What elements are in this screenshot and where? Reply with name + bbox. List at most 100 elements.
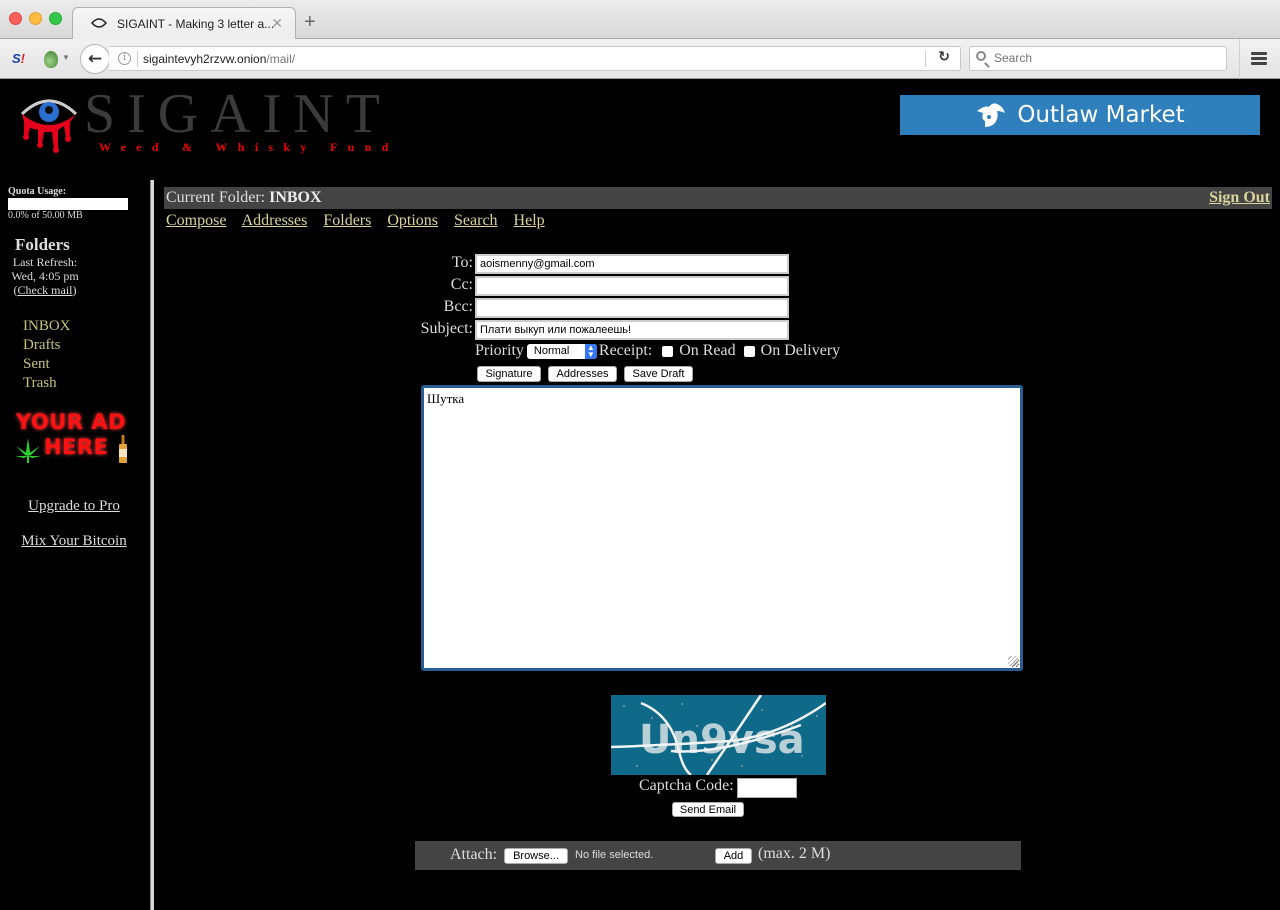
extension-s-icon[interactable]: S!: [12, 51, 30, 67]
attach-label: Attach:: [450, 846, 498, 863]
minimize-window-button[interactable]: [29, 12, 42, 25]
url-path: /mail/: [266, 52, 296, 66]
nav-search[interactable]: Search: [454, 212, 498, 229]
divider: [137, 51, 138, 67]
url-bar[interactable]: i sigaintevyh2rzvw.onion/mail/ ↻: [109, 46, 961, 71]
browser-search-input[interactable]: [994, 51, 1214, 65]
mix-bitcoin-link[interactable]: Mix Your Bitcoin: [0, 533, 148, 550]
priority-value: Normal: [533, 345, 570, 357]
bcc-label: Bcc:: [443, 298, 473, 315]
quota-label: Quota Usage:: [8, 186, 67, 197]
zoom-window-button[interactable]: [49, 12, 62, 25]
cannabis-leaf-icon: [15, 438, 41, 463]
hamburger-menu-icon[interactable]: [1251, 52, 1267, 66]
top-nav: Compose Addresses Folders Options Search…: [166, 212, 557, 230]
cc-input[interactable]: [475, 276, 789, 296]
close-tab-icon[interactable]: ✕: [271, 15, 283, 32]
nav-folders[interactable]: Folders: [323, 212, 371, 229]
receipt-label: Receipt:: [598, 342, 653, 359]
info-icon[interactable]: i: [118, 52, 131, 65]
upgrade-to-pro-link[interactable]: Upgrade to Pro: [0, 498, 148, 515]
eye-icon: [91, 18, 107, 28]
sign-out-link[interactable]: Sign Out: [1209, 187, 1270, 209]
to-label: To:: [451, 254, 473, 271]
folder-inbox[interactable]: INBOX: [23, 317, 71, 336]
quota-bar: [8, 198, 128, 210]
captcha-label: Captcha Code:: [639, 777, 734, 794]
folders-title: Folders: [15, 235, 70, 254]
browser-navbar: S! ▼ ← i sigaintevyh2rzvw.onion/mail/ ↻: [0, 39, 1280, 79]
chevron-down-icon[interactable]: ▼: [62, 53, 70, 62]
browse-button[interactable]: Browse...: [504, 848, 568, 864]
nav-compose[interactable]: Compose: [166, 212, 226, 229]
attach-bar: Attach: Browse... No file selected. Add …: [415, 841, 1021, 870]
check-mail-link[interactable]: Check mail: [18, 283, 73, 297]
captcha-text: Un9vsa: [639, 717, 805, 763]
page: SIGAINT Weed & Whisky Fund Outlaw Market…: [0, 80, 1280, 910]
last-refresh-label: Last Refresh:: [12, 255, 78, 269]
divider: [925, 51, 926, 67]
tab-title: SIGAINT - Making 3 letter a...: [117, 17, 275, 31]
logo-tagline: Weed & Whisky Fund: [99, 140, 399, 154]
message-body-textarea[interactable]: [421, 385, 1023, 671]
url-host: sigaintevyh2rzvw.onion: [143, 52, 267, 66]
addresses-button[interactable]: Addresses: [548, 366, 617, 382]
folder-sent[interactable]: Sent: [23, 355, 71, 374]
cc-label: Cc:: [450, 276, 473, 293]
new-tab-button[interactable]: +: [304, 12, 316, 32]
back-button[interactable]: ←: [80, 44, 110, 74]
captcha-input[interactable]: [737, 778, 797, 798]
your-ad-here-banner[interactable]: YOUR AD HERE: [14, 410, 136, 465]
logo-text: SIGAINT: [84, 83, 392, 145]
options-row: Priority Normal ▲ ▼ Receipt: On Read On D…: [475, 342, 840, 360]
captcha-graphic: Un9vsa: [611, 695, 826, 775]
bleeding-eye-logo-icon: [20, 99, 78, 153]
folder-trash[interactable]: Trash: [23, 374, 71, 393]
outlaw-market-ad-banner[interactable]: Outlaw Market: [900, 95, 1260, 135]
on-delivery-checkbox[interactable]: [743, 345, 755, 357]
select-arrows-icon: ▲ ▼: [584, 343, 597, 359]
on-delivery-label: On Delivery: [760, 342, 841, 359]
browser-titlebar: SIGAINT - Making 3 letter a... ✕ +: [0, 0, 1280, 40]
browser-search-bar[interactable]: [969, 46, 1227, 71]
nav-addresses[interactable]: Addresses: [242, 212, 308, 229]
bcc-input[interactable]: [475, 298, 789, 318]
last-refresh-time: Wed, 4:05 pm: [11, 269, 79, 283]
ad-line1: YOUR AD: [16, 410, 127, 434]
sidebar: Quota Usage: 0.0% of 50.00 MB Folders La…: [0, 180, 150, 910]
url-text[interactable]: sigaintevyh2rzvw.onion/mail/: [143, 52, 295, 66]
current-folder-name: INBOX: [269, 189, 322, 206]
paren: ): [72, 283, 77, 297]
to-input[interactable]: [475, 254, 789, 274]
cowboy-hat-icon: [977, 103, 1006, 127]
subject-label: Subject:: [420, 320, 473, 337]
whisky-bottle-icon: [119, 435, 127, 463]
captcha-image: Un9vsa: [611, 695, 826, 775]
check-mail-wrapper: (Check mail): [0, 283, 90, 298]
priority-select[interactable]: Normal ▲ ▼: [526, 343, 597, 359]
tor-onion-icon[interactable]: [44, 51, 58, 68]
nav-help[interactable]: Help: [514, 212, 545, 229]
folder-drafts[interactable]: Drafts: [23, 336, 71, 355]
send-email-button[interactable]: Send Email: [672, 802, 744, 817]
quota-text: 0.0% of 50.00 MB: [8, 210, 83, 221]
on-read-checkbox[interactable]: [662, 345, 674, 357]
resize-handle-icon[interactable]: [1008, 656, 1018, 666]
browser-tab[interactable]: SIGAINT - Making 3 letter a... ✕: [72, 7, 296, 40]
ad-line2: HERE: [44, 435, 109, 459]
priority-label: Priority: [475, 342, 524, 359]
add-attachment-button[interactable]: Add: [715, 848, 752, 864]
current-folder-bar: Current Folder: INBOX Sign Out: [164, 187, 1272, 209]
max-size-note: (max. 2 M): [758, 845, 831, 862]
save-draft-button[interactable]: Save Draft: [624, 366, 693, 382]
signature-button[interactable]: Signature: [477, 366, 541, 382]
sidebar-divider: [150, 180, 154, 910]
folder-list: INBOX Drafts Sent Trash: [23, 317, 71, 393]
no-file-selected-text: No file selected.: [575, 849, 654, 861]
on-read-label: On Read: [679, 342, 736, 359]
close-window-button[interactable]: [9, 12, 22, 25]
search-icon: [976, 51, 986, 61]
reload-icon[interactable]: ↻: [938, 49, 950, 65]
nav-options[interactable]: Options: [387, 212, 438, 229]
subject-input[interactable]: [475, 320, 789, 340]
